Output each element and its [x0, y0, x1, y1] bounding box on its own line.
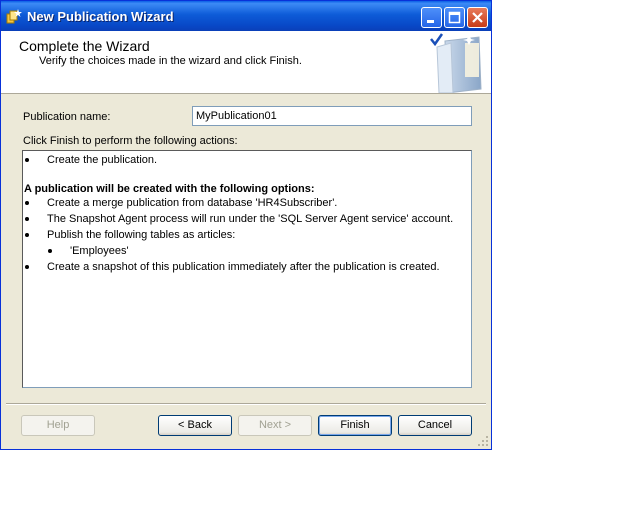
- maximize-button[interactable]: [444, 7, 465, 28]
- actions-summary-box[interactable]: Create the publication. A publication wi…: [22, 150, 472, 388]
- publication-name-label: Publication name:: [23, 111, 111, 123]
- actions-label: Click Finish to perform the following ac…: [23, 135, 238, 147]
- action-create-publication: Create the publication.: [47, 154, 158, 166]
- bullet-icon: [25, 233, 29, 237]
- wizard-window: New Publication Wizard Complete the Wiza…: [0, 0, 492, 450]
- action-create-snapshot: Create a snapshot of this publication im…: [47, 261, 440, 273]
- page-title: Complete the Wizard: [19, 38, 150, 54]
- article-employees: 'Employees': [70, 245, 129, 257]
- back-button[interactable]: < Back: [158, 415, 232, 436]
- bullet-icon: [25, 158, 29, 162]
- minimize-button[interactable]: [421, 7, 442, 28]
- window-title: New Publication Wizard: [27, 9, 174, 24]
- close-window-button[interactable]: [467, 7, 488, 28]
- action-merge-database: Create a merge publication from database…: [47, 197, 338, 209]
- footer-divider: [6, 403, 486, 405]
- bullet-icon: [48, 249, 52, 253]
- title-bar[interactable]: New Publication Wizard: [1, 1, 491, 31]
- bullet-icon: [25, 265, 29, 269]
- action-publish-tables: Publish the following tables as articles…: [47, 229, 236, 241]
- maximize-icon: [448, 11, 461, 24]
- bullet-icon: [25, 201, 29, 205]
- help-button[interactable]: Help: [21, 415, 95, 436]
- page-subtitle: Verify the choices made in the wizard an…: [39, 55, 302, 67]
- wizard-checklist-icon: [430, 33, 482, 93]
- minimize-icon: [427, 20, 434, 23]
- options-heading: A publication will be created with the f…: [24, 183, 315, 195]
- wizard-app-icon: [6, 9, 22, 24]
- close-icon: [472, 12, 483, 23]
- action-snapshot-agent: The Snapshot Agent process will run unde…: [47, 213, 454, 225]
- publication-name-input[interactable]: [192, 106, 472, 126]
- finish-button[interactable]: Finish: [318, 415, 392, 436]
- next-button[interactable]: Next >: [238, 415, 312, 436]
- wizard-header: Complete the Wizard Verify the choices m…: [1, 31, 491, 94]
- cancel-button[interactable]: Cancel: [398, 415, 472, 436]
- resize-grip-icon[interactable]: [477, 435, 489, 447]
- bullet-icon: [25, 217, 29, 221]
